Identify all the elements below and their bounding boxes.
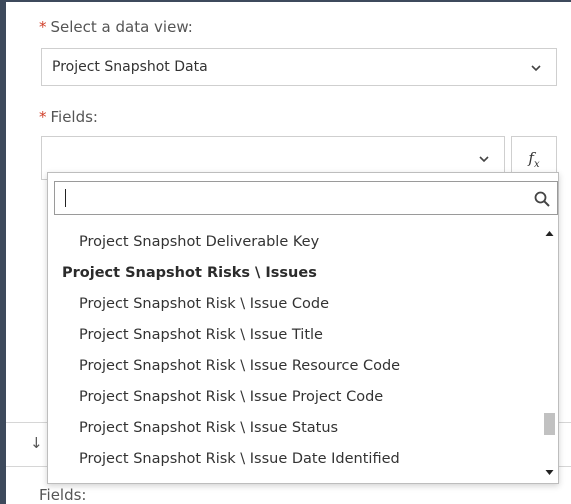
required-marker: *	[39, 108, 47, 126]
text-cursor	[65, 189, 66, 207]
sort-icon: ↓	[30, 434, 43, 452]
dropdown-scrollbar[interactable]	[541, 223, 558, 483]
list-item[interactable]: Project Snapshot Risk \ Issue Title	[48, 320, 540, 351]
data-view-selected-value: Project Snapshot Data	[52, 59, 208, 75]
search-icon[interactable]	[533, 190, 551, 208]
dropdown-search-input[interactable]	[63, 187, 523, 209]
list-group-header: Project Snapshot Risks \ Issues	[62, 265, 317, 281]
scroll-up-arrow-icon[interactable]	[541, 225, 558, 241]
fx-icon: fx	[528, 149, 540, 170]
list-item[interactable]: Project Snapshot Deliverable Key	[48, 227, 540, 258]
dropdown-list: Project Snapshot Deliverable Key Project …	[48, 227, 540, 475]
list-item[interactable]: Project Snapshot Risk \ Issue Date Ident…	[48, 444, 540, 475]
fields-dropdown: Project Snapshot Deliverable Key Project …	[47, 172, 559, 484]
required-marker: *	[39, 18, 47, 36]
dialog-panel: * Select a data view: Project Snapshot Da…	[0, 0, 571, 504]
dropdown-search-box[interactable]	[54, 181, 558, 215]
list-item[interactable]: Project Snapshot Risk \ Issue Status	[48, 413, 540, 444]
fields-label: * Fields:	[39, 108, 98, 126]
fields-section-label: Fields:	[39, 486, 87, 504]
list-item[interactable]: Project Snapshot Risk \ Issue Code	[48, 289, 540, 320]
chevron-down-icon	[531, 65, 541, 72]
scroll-down-arrow-icon[interactable]	[541, 465, 558, 481]
scrollbar-thumb[interactable]	[544, 413, 555, 436]
chevron-down-icon	[479, 156, 489, 163]
list-item[interactable]: Project Snapshot Risk \ Issue Project Co…	[48, 382, 540, 413]
data-view-select[interactable]: Project Snapshot Data	[41, 48, 557, 86]
list-item[interactable]: Project Snapshot Risk \ Issue Resource C…	[48, 351, 540, 382]
data-view-label: * Select a data view:	[39, 18, 193, 36]
